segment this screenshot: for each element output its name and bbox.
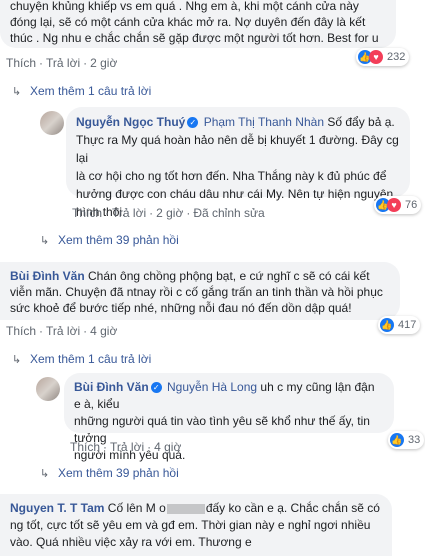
reply-button[interactable]: Trả lời	[46, 324, 80, 338]
redacted-text	[166, 503, 205, 514]
verified-badge-icon: ✓	[187, 117, 199, 129]
love-icon: ♥	[387, 198, 401, 212]
reply-arrow-icon: ↳	[40, 235, 50, 247]
timestamp[interactable]: 4 giờ	[90, 324, 117, 338]
reaction-count: 232	[387, 51, 406, 63]
like-button[interactable]: Thích	[6, 56, 36, 70]
like-icon: 👍	[390, 433, 404, 447]
author-name[interactable]: Bùi Đình Văn	[10, 269, 85, 283]
reaction-counter[interactable]: 👍 33	[388, 431, 425, 449]
comment-bubble: Bùi Đình Văn Chán ông chồng phộng bạt, e…	[0, 262, 400, 320]
reaction-count: 417	[398, 319, 417, 331]
reply-button[interactable]: Trả lời	[112, 206, 146, 220]
comment-text-line: sức khoẻ để bước tiếp nhé, những nỗi đau…	[10, 301, 352, 315]
avatar[interactable]	[40, 111, 64, 135]
view-more-replies[interactable]: ↳ Xem thêm 39 phản hồi	[40, 466, 179, 480]
comment-text-line: chuyện khủng khiếp vs em quá . Nhg em à,…	[10, 0, 359, 13]
comment-bubble: chuyện khủng khiếp vs em quá . Nhg em à,…	[0, 0, 396, 48]
timestamp[interactable]: 2 giờ	[156, 206, 183, 220]
reply-button[interactable]: Trả lời	[46, 56, 80, 70]
reply-arrow-icon: ↳	[12, 354, 22, 366]
reaction-count: 33	[408, 434, 421, 446]
reaction-counter[interactable]: 👍 417	[378, 316, 421, 334]
comment-text: Cố lên M o	[104, 501, 166, 515]
reaction-counter[interactable]: 👍 ♥ 76	[374, 196, 422, 214]
comment-text-line: là cơ hội cho ng tốt hơn đến. Nha Thắng …	[76, 169, 387, 183]
reaction-counter[interactable]: 👍 ♥ 232	[356, 48, 410, 66]
reply-button[interactable]: Trả lời	[110, 440, 144, 454]
comment-text-line: hưởng được con cháu dâu như cái My. Nên …	[76, 187, 394, 201]
comment-text-line: viễn mãn. Chuyện đã ntnay rồi c cố gắng …	[10, 285, 383, 299]
comment-text-line: vào. Quá nhiều việc xảy ra với em. Thươn…	[10, 535, 252, 549]
mention-link[interactable]: Nguyễn Hà Long	[167, 380, 257, 394]
reply-bubble: Nguyễn Ngọc Thuý ✓ Phạm Thị Thanh Nhàn Số…	[66, 107, 410, 219]
timestamp[interactable]: 4 giờ	[154, 440, 181, 454]
reply-arrow-icon: ↳	[40, 468, 50, 480]
love-icon: ♥	[369, 50, 383, 64]
author-name[interactable]: Nguyen T. T Tam	[10, 501, 104, 515]
mention-link[interactable]: Phạm Thị Thanh Nhàn	[204, 115, 324, 129]
comment-actions: Thích · Trả lời · 4 giờ	[6, 324, 118, 338]
comment-text-line: Thực ra My quá hoàn hảo nên dễ bị khuyết…	[76, 133, 399, 165]
comment-actions: Thích · Trả lời · 2 giờ	[6, 56, 118, 70]
view-more-replies[interactable]: ↳ Xem thêm 39 phản hồi	[40, 233, 179, 247]
reply-bubble: Bùi Đình Văn ✓ Nguyễn Hà Long uh c my cũn…	[64, 373, 394, 462]
view-more-replies[interactable]: ↳ Xem thêm 1 câu trả lời	[12, 84, 151, 98]
edited-label[interactable]: Đã chỉnh sửa	[193, 206, 264, 220]
comment-text: Số đẩy bả ạ.	[324, 115, 395, 129]
reply-actions: Thích · Trả lời · 2 giờ · Đã chỉnh sửa	[72, 206, 265, 220]
verified-badge-icon: ✓	[150, 382, 162, 394]
author-name[interactable]: Bùi Đình Văn	[74, 380, 149, 394]
like-button[interactable]: Thích	[6, 324, 36, 338]
avatar[interactable]	[36, 377, 60, 401]
like-button[interactable]: Thích	[72, 206, 102, 220]
like-icon: 👍	[380, 318, 394, 332]
reply-arrow-icon: ↳	[12, 86, 22, 98]
comment-text-line: thúc . Ng nhu e chắc chắn sẽ gặp được mộ…	[10, 31, 379, 45]
comment-text-line: ng tốt, cực tốt sẽ yêu em và gđ em. Thời…	[10, 518, 371, 532]
comment-bubble: Nguyen T. T Tam Cố lên M o đấy ko cần e ạ…	[0, 494, 392, 556]
reply-actions: Thích · Trả lời · 4 giờ	[70, 440, 182, 454]
like-button[interactable]: Thích	[70, 440, 100, 454]
author-name[interactable]: Nguyễn Ngọc Thuý	[76, 115, 185, 129]
comment-text: đấy ko cần e ạ. Chắc chắn sẽ có	[205, 501, 380, 515]
comment-text-line: đóng lại, sẽ có một cánh cửa khác mở ra.…	[10, 15, 366, 29]
reaction-count: 76	[405, 199, 418, 211]
timestamp[interactable]: 2 giờ	[90, 56, 117, 70]
comment-text: Chán ông chồng phộng bạt, e cứ nghĩ c sẽ…	[84, 269, 370, 283]
view-more-replies[interactable]: ↳ Xem thêm 1 câu trả lời	[12, 352, 151, 366]
